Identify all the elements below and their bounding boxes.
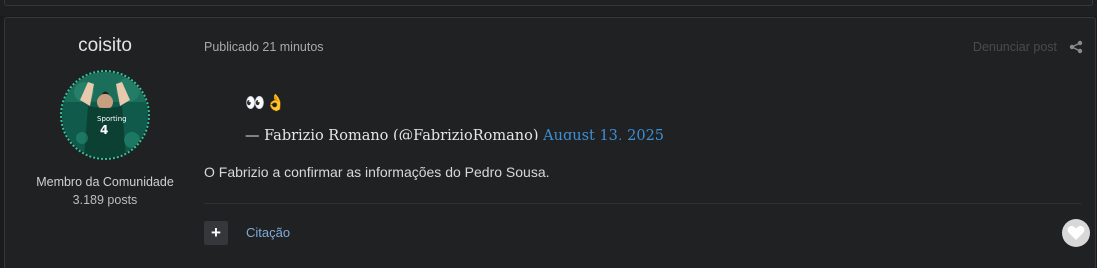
embedded-tweet: 👀👌 — Fabrizio Romano (@FabrizioRomano) A…	[245, 88, 845, 140]
like-button[interactable]	[1062, 219, 1090, 247]
share-icon[interactable]	[1069, 40, 1083, 54]
avatar[interactable]: Sporting 4	[60, 70, 150, 160]
previous-post-edge	[0, 0, 1097, 16]
multiquote-button[interactable]: +	[204, 221, 228, 245]
divider	[204, 203, 1081, 204]
svg-text:4: 4	[100, 123, 108, 137]
post-content: O Fabrizio a confirmar as informações do…	[204, 164, 550, 180]
tweet-author: — Fabrizio Romano (@FabrizioRomano)	[245, 128, 539, 140]
svg-text:Sporting: Sporting	[97, 115, 127, 123]
post-timestamp[interactable]: Publicado 21 minutos	[204, 40, 324, 54]
tweet-emoji: 👀👌	[245, 95, 287, 112]
member-title: Membro da Comunidade	[36, 175, 174, 189]
heart-icon	[1067, 225, 1085, 240]
report-post-link[interactable]: Denunciar post	[973, 40, 1057, 54]
author-name-link[interactable]: coisito	[5, 35, 205, 57]
forum-post: coisito Sporting 4 Membro da Comunidade …	[4, 17, 1096, 268]
tweet-attribution: — Fabrizio Romano (@FabrizioRomano) Augu…	[245, 128, 664, 140]
quote-button[interactable]: Citação	[246, 225, 290, 240]
post-count: 3.189 posts	[72, 193, 138, 207]
tweet-date-link[interactable]: August 13, 2025	[543, 128, 664, 140]
